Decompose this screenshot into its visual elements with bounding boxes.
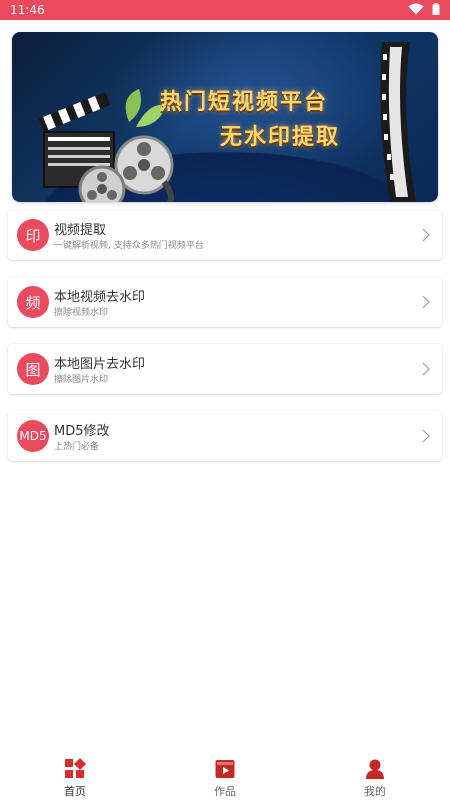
feature-subtitle: 一键解析视频, 支持众多热门视频平台 <box>54 241 204 251</box>
feature-item-local-video-watermark[interactable]: 频 本地视频去水印 擦除视频水印 <box>8 277 442 327</box>
feature-subtitle: 上热门必备 <box>54 442 100 452</box>
chevron-right-icon <box>422 228 430 242</box>
tab-home[interactable]: 首页 <box>45 758 105 799</box>
battery-icon <box>432 3 440 15</box>
promo-banner[interactable]: 热门短视频平台 无水印提取 <box>12 32 438 202</box>
feature-avatar: 印 <box>17 219 49 251</box>
feature-item-local-image-watermark[interactable]: 图 本地图片去水印 擦除图片水印 <box>8 344 442 394</box>
tab-mine-label: 我的 <box>364 785 386 798</box>
feature-avatar: 频 <box>17 286 49 318</box>
chevron-right-icon <box>422 429 430 443</box>
feature-title: 本地图片去水印 <box>54 357 146 372</box>
home-grid-icon <box>65 758 86 778</box>
feature-item-video-extract[interactable]: 印 视频提取 一键解析视频, 支持众多热门视频平台 <box>8 210 442 260</box>
feature-subtitle: 擦除视频水印 <box>54 308 109 318</box>
status-icons <box>408 3 440 15</box>
feature-title: 视频提取 <box>54 223 107 238</box>
status-bar: 11:46 <box>0 0 450 20</box>
feature-avatar: 图 <box>17 353 49 385</box>
feature-avatar: MD5 <box>17 420 49 452</box>
tab-works-label: 作品 <box>214 785 236 798</box>
tab-mine[interactable]: 我的 <box>345 758 405 799</box>
feature-title: MD5修改 <box>54 424 110 439</box>
video-play-icon <box>215 760 235 778</box>
banner-headline: 热门短视频平台 <box>160 90 329 115</box>
user-icon <box>366 759 384 779</box>
chevron-right-icon <box>422 295 430 309</box>
bottom-tab-bar: 首页 作品 我的 <box>0 750 450 800</box>
tab-works[interactable]: 作品 <box>195 758 255 799</box>
feature-item-md5-modify[interactable]: MD5 MD5修改 上热门必备 <box>8 411 442 461</box>
status-time: 11:46 <box>10 3 45 17</box>
tab-home-label: 首页 <box>64 785 86 798</box>
feature-subtitle: 擦除图片水印 <box>54 375 109 385</box>
wifi-icon <box>408 3 424 15</box>
feature-title: 本地视频去水印 <box>54 290 146 305</box>
banner-subheadline: 无水印提取 <box>220 125 341 150</box>
filmstrip-icon <box>380 42 416 202</box>
chevron-right-icon <box>422 362 430 376</box>
